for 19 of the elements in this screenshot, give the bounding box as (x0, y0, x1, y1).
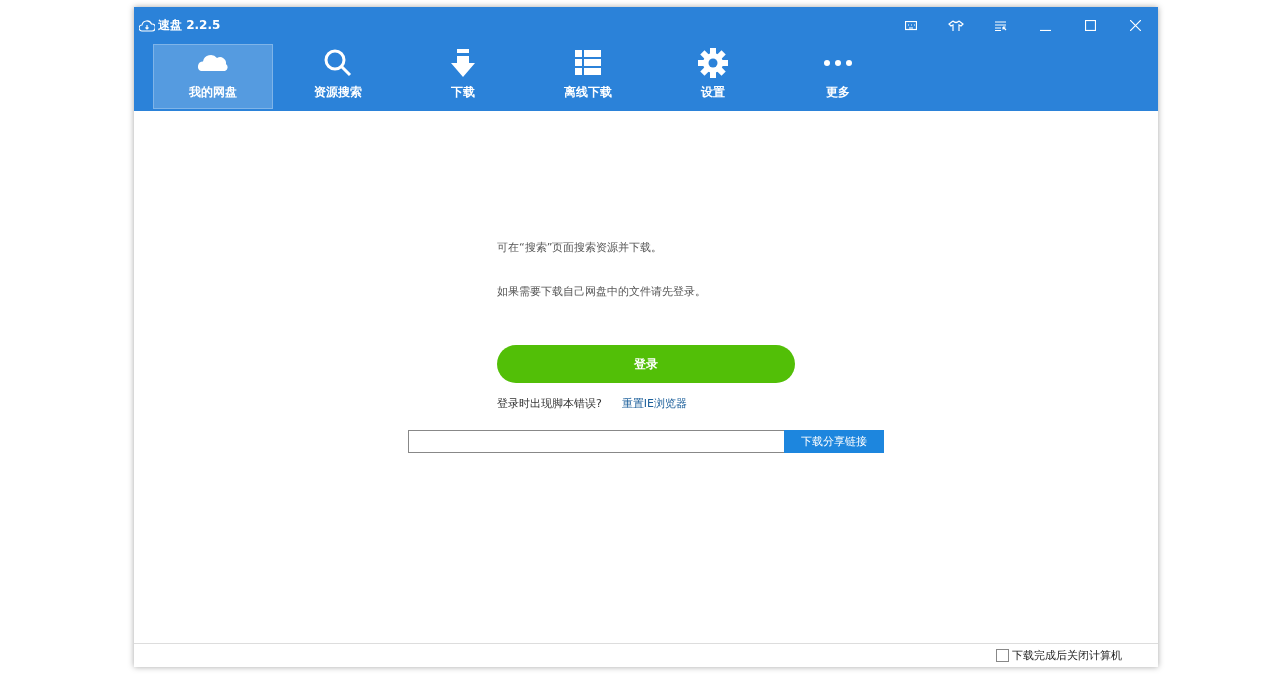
search-icon (322, 47, 354, 79)
share-link-field[interactable] (408, 430, 784, 453)
shutdown-checkbox[interactable]: 下载完成后关闭计算机 (996, 648, 1122, 663)
login-button[interactable]: 登录 (497, 345, 795, 383)
reset-browser-link[interactable]: 重置IE浏览器 (621, 396, 688, 411)
hint-text: 如果需要下载自己网盘中的文件请先登录。 (497, 285, 707, 299)
script-error-text: 登录时出现脚本错误? (497, 396, 602, 411)
cloud-logo-icon (139, 18, 155, 33)
window-title: 速盘 2.2.5 (158, 17, 221, 34)
toolbar-tab[interactable]: 离线下载 (528, 44, 648, 109)
download-share-link-button[interactable]: 下载分享链接 (784, 430, 884, 453)
toolbar-tab[interactable]: 资源搜索 (278, 44, 398, 109)
toolbar-tab[interactable]: 更多 (778, 44, 898, 109)
toolbar-tab[interactable]: 设置 (653, 44, 773, 109)
hint-text: 可在“搜索”页面搜索资源并下载。 (497, 241, 664, 255)
settings-icon (697, 47, 729, 79)
toolbar-tab[interactable]: 我的网盘 (153, 44, 273, 109)
toolbar-tab[interactable]: 下载 (403, 44, 523, 109)
more-dots-icon (824, 60, 852, 66)
